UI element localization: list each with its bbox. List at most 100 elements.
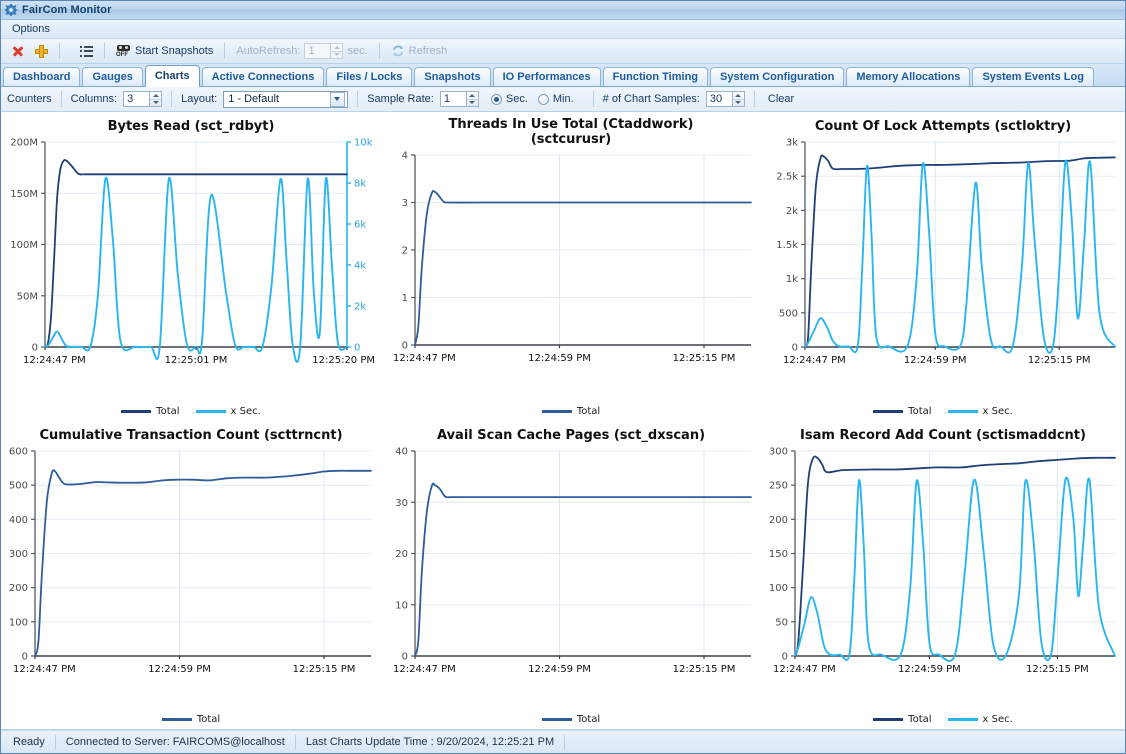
tab-charts[interactable]: Charts xyxy=(144,65,200,87)
y-axis-tick-label: 100 xyxy=(769,583,788,594)
legend-label: x Sec. xyxy=(982,714,1013,725)
autorefresh-input[interactable] xyxy=(304,43,331,59)
x-axis-tick-label: 12:25:20 PM xyxy=(312,355,375,366)
start-snapshots-button[interactable]: OFF Start Snapshots xyxy=(111,40,218,62)
x-axis-tick-label: 12:24:59 PM xyxy=(528,353,591,364)
tab-label: IO Performances xyxy=(502,71,591,83)
autorefresh-group: AutoRefresh: sec. xyxy=(231,40,372,62)
legend-item[interactable]: Total xyxy=(873,406,932,417)
tab-system-configuration[interactable]: System Configuration xyxy=(710,67,845,86)
chart-samples-stepper[interactable] xyxy=(705,91,745,107)
chart-panel[interactable]: Cumulative Transaction Count (scttrncnt)… xyxy=(1,421,381,730)
y-axis-tick-label: 2 xyxy=(402,246,408,257)
columns-label: Columns: xyxy=(70,93,118,105)
x-axis-tick-label: 12:25:15 PM xyxy=(293,664,356,675)
legend-label: Total xyxy=(196,714,221,725)
counter-list-button[interactable] xyxy=(75,40,98,62)
chart-panel[interactable]: Avail Scan Cache Pages (sct_dxscan) 0 10 20… xyxy=(381,421,761,730)
counters-label[interactable]: Counters xyxy=(7,93,52,105)
tab-gauges[interactable]: Gauges xyxy=(82,67,143,86)
chart-plot: 0 50 100 150 200 250 300 12:24:47 PM 12:24:59 PM… xyxy=(769,446,1116,675)
status-ready: Ready xyxy=(5,735,56,749)
chart-title-line: Bytes Read (sct_rdbyt) xyxy=(107,119,275,134)
tab-memory-allocations[interactable]: Memory Allocations xyxy=(846,67,971,86)
chart-panel[interactable]: Count Of Lock Attempts (sctloktry) 0 500 1k… xyxy=(761,112,1125,421)
chevron-down-icon[interactable] xyxy=(330,91,346,107)
chart-legend: Total x Sec. xyxy=(761,406,1125,417)
menu-item-options[interactable]: Options xyxy=(7,22,55,36)
chart-title: Count Of Lock Attempts (sctloktry) xyxy=(761,112,1125,134)
chart-legend: Total x Sec. xyxy=(761,714,1125,725)
legend-label: x Sec. xyxy=(230,405,261,417)
refresh-button[interactable]: Refresh xyxy=(386,40,453,62)
gear-icon xyxy=(5,4,17,16)
legend-item[interactable]: x Sec. xyxy=(195,405,261,417)
y-axis-tick-label: 500 xyxy=(779,308,798,319)
columns-spin-buttons[interactable] xyxy=(149,91,163,107)
y-axis-tick-label: 50 xyxy=(775,617,788,628)
chart-samples-input[interactable] xyxy=(705,91,732,107)
legend-item[interactable]: Total xyxy=(161,714,221,725)
columns-stepper[interactable] xyxy=(123,91,163,107)
tab-function-timing[interactable]: Function Timing xyxy=(602,67,709,86)
counters-separator-3 xyxy=(357,91,359,107)
tab-system-events-log[interactable]: System Events Log xyxy=(972,67,1094,86)
legend-item[interactable]: x Sec. xyxy=(947,714,1013,725)
chart-plot: 0 1 2 3 4 12:24:47 PM 12:24:59 PM 12:25:15 PM xyxy=(393,151,752,364)
tab-snapshots[interactable]: Snapshots xyxy=(414,67,491,86)
close-counter-button[interactable] xyxy=(6,40,30,62)
title-bar: FairCom Monitor xyxy=(1,1,1125,20)
chart-panel[interactable]: Isam Record Add Count (sctismaddcnt) 0 50 1… xyxy=(761,421,1125,730)
sample-rate-spin-buttons[interactable] xyxy=(465,91,479,107)
chart-legend: Total xyxy=(381,406,761,417)
y-axis-tick-label: 2.5k xyxy=(776,172,798,183)
y-axis-tick-label: 600 xyxy=(9,446,28,457)
y-axis-tick-label: 0 xyxy=(32,343,38,354)
y2-axis-tick-label: 0 xyxy=(354,343,360,354)
x-axis-tick-label: 12:24:47 PM xyxy=(783,355,846,366)
tab-label: Memory Allocations xyxy=(856,71,961,83)
sample-rate-input[interactable] xyxy=(439,91,466,107)
y-axis-tick-label: 100 xyxy=(9,617,28,628)
chart-panel[interactable]: Bytes Read (sct_rdbyt) 0 50M 100M 150M 200M 0 2… xyxy=(1,112,381,421)
add-counter-button[interactable] xyxy=(30,40,53,62)
legend-item[interactable]: Total xyxy=(541,714,600,725)
autorefresh-stepper[interactable] xyxy=(304,43,344,59)
layout-select[interactable]: 1 - Default xyxy=(223,90,349,108)
toolbar-separator xyxy=(59,43,60,59)
refresh-icon xyxy=(391,44,405,58)
tab-io-performances[interactable]: IO Performances xyxy=(492,67,601,86)
tab-files-locks[interactable]: Files / Locks xyxy=(326,67,413,86)
red-x-icon xyxy=(11,44,25,58)
legend-item[interactable]: Total xyxy=(121,406,180,417)
clear-button[interactable]: Clear xyxy=(764,92,798,106)
y-axis-tick-label: 4 xyxy=(402,151,408,162)
tab-label: Charts xyxy=(154,70,190,82)
x-axis-tick-label: 12:24:47 PM xyxy=(393,353,456,364)
y-axis-tick-label: 300 xyxy=(9,549,28,560)
legend-swatch xyxy=(873,718,904,721)
y-axis-tick-label: 100M xyxy=(10,240,38,251)
x-axis-tick-label: 12:24:47 PM xyxy=(773,664,836,675)
legend-label: Total xyxy=(908,714,932,725)
status-connection: Connected to Server: FAIRCOMS@localhost xyxy=(56,735,296,749)
tab-dashboard[interactable]: Dashboard xyxy=(3,67,81,86)
chart-plot: 0 500 1k 1.5k 2k 2.5k 3k 12:24:47 PM 12:24:59 PM… xyxy=(776,138,1116,366)
y-axis-tick-label: 1k xyxy=(786,274,798,285)
y-axis-tick-label: 0 xyxy=(402,341,408,352)
legend-swatch xyxy=(121,409,152,413)
counters-separator-4 xyxy=(592,91,594,107)
columns-input[interactable] xyxy=(123,91,150,107)
legend-item[interactable]: x Sec. xyxy=(947,406,1013,417)
chart-samples-spin-buttons[interactable] xyxy=(731,91,745,107)
y-axis-tick-label: 150M xyxy=(10,189,38,200)
sample-rate-stepper[interactable] xyxy=(439,91,479,107)
tab-active-connections[interactable]: Active Connections xyxy=(201,67,325,86)
radio-sec[interactable]: Sec. xyxy=(490,93,528,105)
legend-item[interactable]: Total xyxy=(541,406,600,417)
legend-item[interactable]: Total xyxy=(873,714,932,725)
counters-separator-1 xyxy=(60,91,62,107)
chart-panel[interactable]: Threads In Use Total (Ctaddwork) (sctcuru… xyxy=(381,112,761,421)
radio-min[interactable]: Min. xyxy=(537,93,574,105)
autorefresh-spin-buttons[interactable] xyxy=(330,43,344,59)
